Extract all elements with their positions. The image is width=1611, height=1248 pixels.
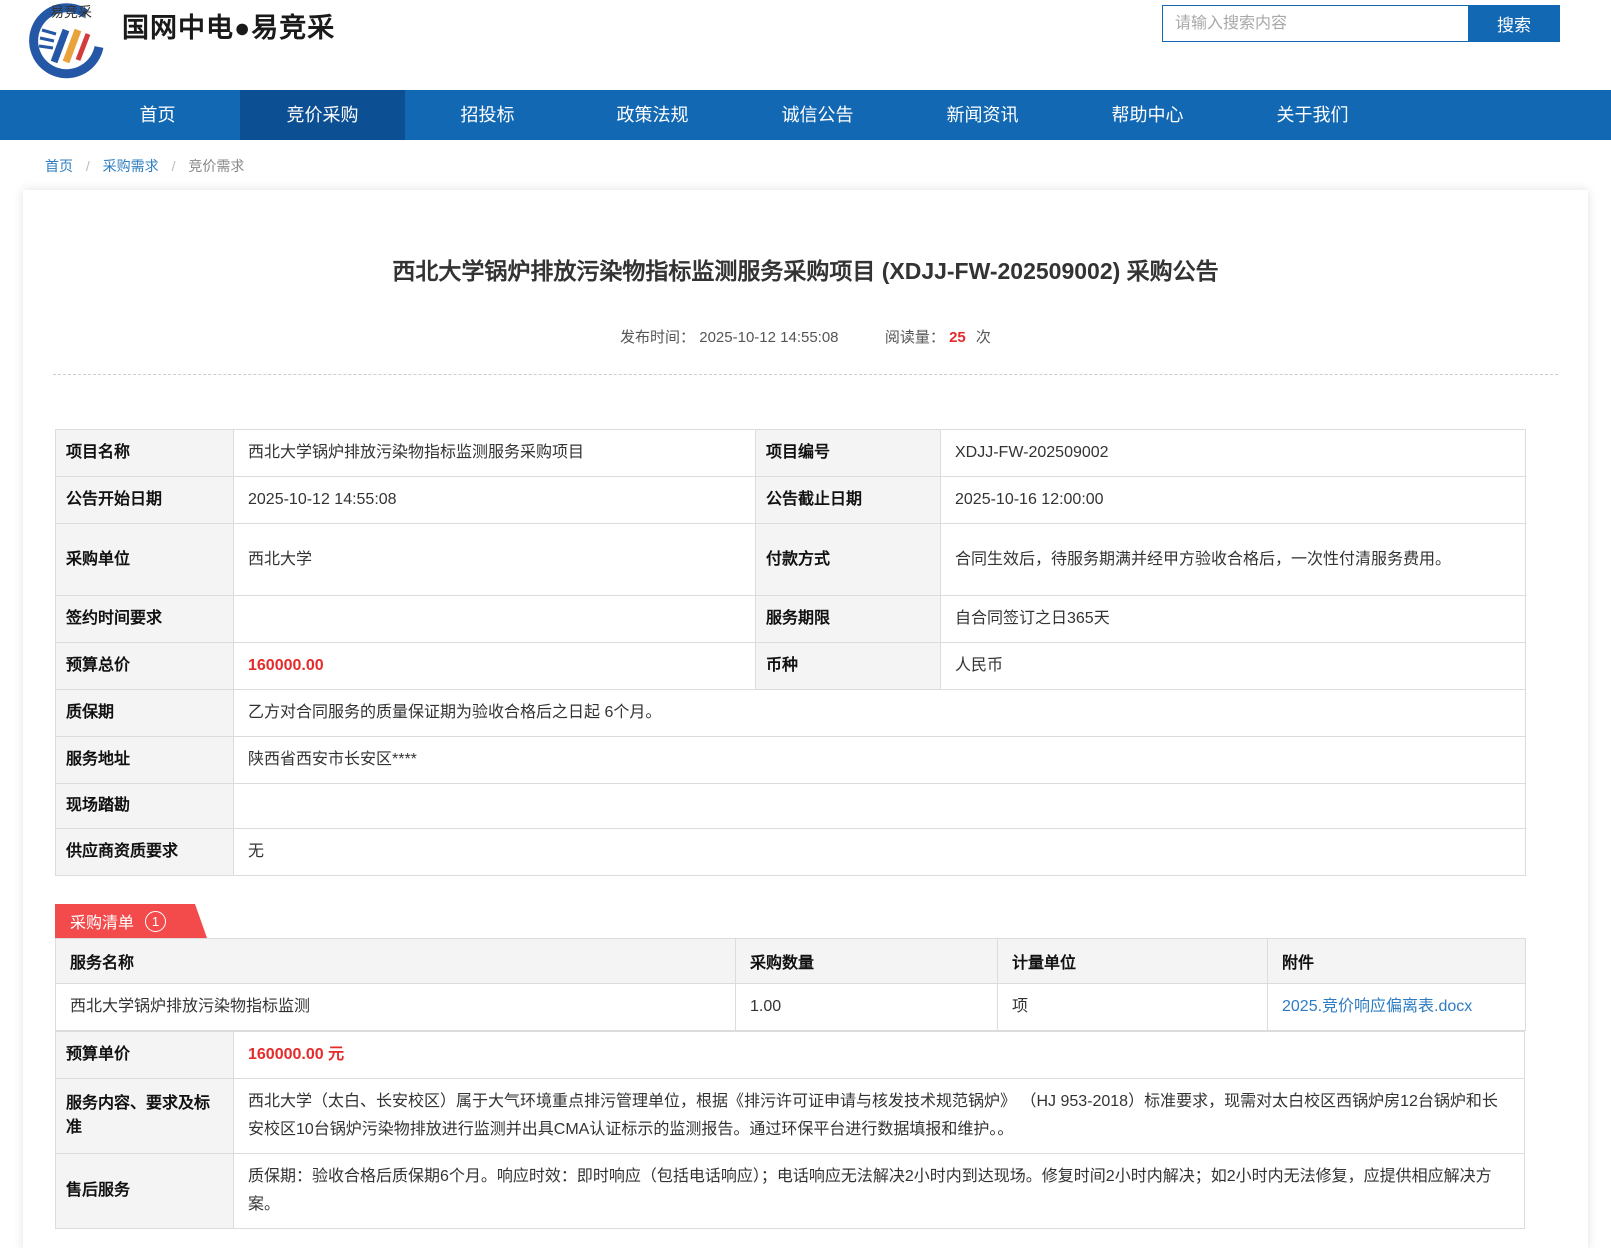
- field-value-supplier-qualification: 无: [234, 829, 1526, 876]
- publish-time-value: 2025-10-12 14:55:08: [699, 329, 838, 346]
- field-value-service-term: 自合同签订之日365天: [941, 596, 1526, 643]
- field-value-warranty: 乙方对合同服务的质量保证期为验收合格后之日起 6个月。: [234, 690, 1526, 737]
- field-label: 预算总价: [56, 643, 234, 690]
- main-nav: 首页 竞价采购 招投标 政策法规 诚信公告 新闻资讯 帮助中心 关于我们: [0, 90, 1611, 140]
- nav-item-bidding-purchase[interactable]: 竞价采购: [240, 90, 405, 140]
- column-header-unit: 计量单位: [998, 939, 1268, 984]
- field-value-total-budget: 160000.00: [234, 643, 756, 690]
- breadcrumb-current: 竞价需求: [188, 158, 244, 174]
- purchase-detail-table: 预算单价 160000.00 元 服务内容、要求及标准 西北大学（太白、长安校区…: [55, 1031, 1525, 1229]
- field-label: 币种: [756, 643, 941, 690]
- publish-info: 发布时间： 2025-10-12 14:55:08 阅读量： 25 次: [23, 326, 1588, 347]
- field-label: 项目编号: [756, 430, 941, 477]
- table-row: 现场踏勘: [56, 784, 1526, 829]
- read-count-value: 25: [949, 329, 966, 346]
- publish-time-label: 发布时间：: [620, 329, 695, 346]
- table-row: 供应商资质要求 无: [56, 829, 1526, 876]
- project-info-table: 项目名称 西北大学锅炉排放污染物指标监测服务采购项目 项目编号 XDJJ-FW-…: [55, 429, 1526, 876]
- nav-item-help[interactable]: 帮助中心: [1065, 90, 1230, 140]
- field-value-address: 陕西省西安市长安区****: [234, 737, 1526, 784]
- table-row: 西北大学锅炉排放污染物指标监测 1.00 项 2025.竞价响应偏离表.docx: [56, 984, 1526, 1031]
- field-label: 付款方式: [756, 524, 941, 596]
- field-label: 预算单价: [56, 1032, 234, 1079]
- table-row: 公告开始日期 2025-10-12 14:55:08 公告截止日期 2025-1…: [56, 477, 1526, 524]
- site-logo-icon: 易竞采: [20, 0, 112, 86]
- page-title: 西北大学锅炉排放污染物指标监测服务采购项目 (XDJJ-FW-202509002…: [23, 252, 1588, 286]
- breadcrumb: 首页 / 采购需求 / 竞价需求: [0, 140, 1611, 190]
- field-label: 现场踏勘: [56, 784, 234, 829]
- field-value-project-name: 西北大学锅炉排放污染物指标监测服务采购项目: [234, 430, 756, 477]
- field-label: 项目名称: [56, 430, 234, 477]
- table-row: 项目名称 西北大学锅炉排放污染物指标监测服务采购项目 项目编号 XDJJ-FW-…: [56, 430, 1526, 477]
- table-row: 采购单位 西北大学 付款方式 合同生效后，待服务期满并经甲方验收合格后，一次性付…: [56, 524, 1526, 596]
- nav-item-news[interactable]: 新闻资讯: [900, 90, 1065, 140]
- nav-item-integrity[interactable]: 诚信公告: [735, 90, 900, 140]
- purchase-list-tag-label: 采购清单: [70, 909, 134, 933]
- table-row: 预算总价 160000.00 币种 人民币: [56, 643, 1526, 690]
- nav-item-about[interactable]: 关于我们: [1230, 90, 1395, 140]
- attachment-link[interactable]: 2025.竞价响应偏离表.docx: [1282, 998, 1472, 1015]
- table-row: 质保期 乙方对合同服务的质量保证期为验收合格后之日起 6个月。: [56, 690, 1526, 737]
- field-label: 服务期限: [756, 596, 941, 643]
- breadcrumb-purchase-demand[interactable]: 采购需求: [103, 158, 159, 174]
- search-input[interactable]: [1162, 5, 1468, 42]
- purchase-list-tag: 采购清单 1: [55, 904, 207, 938]
- announcement-card: 西北大学锅炉排放污染物指标监测服务采购项目 (XDJJ-FW-202509002…: [23, 190, 1588, 1248]
- field-value-service-content: 西北大学（太白、长安校区）属于大气环境重点排污管理单位，根据《排污许可证申请与核…: [234, 1079, 1525, 1154]
- breadcrumb-separator: /: [172, 158, 176, 174]
- table-row: 服务地址 陕西省西安市长安区****: [56, 737, 1526, 784]
- field-label: 签约时间要求: [56, 596, 234, 643]
- field-value-unit-budget: 160000.00 元: [234, 1032, 1525, 1079]
- field-label: 采购单位: [56, 524, 234, 596]
- dashed-divider: [53, 374, 1558, 375]
- cell-unit: 项: [998, 984, 1268, 1031]
- top-header: 易竞采 国网中电●易竞采 搜索: [0, 0, 1611, 90]
- nav-item-policies[interactable]: 政策法规: [570, 90, 735, 140]
- field-label: 服务内容、要求及标准: [56, 1079, 234, 1154]
- field-value-sign-time: [234, 596, 756, 643]
- nav-item-home[interactable]: 首页: [75, 90, 240, 140]
- field-value-end-date: 2025-10-16 12:00:00: [941, 477, 1526, 524]
- nav-item-tenders[interactable]: 招投标: [405, 90, 570, 140]
- breadcrumb-home[interactable]: 首页: [45, 158, 73, 174]
- field-value-currency: 人民币: [941, 643, 1526, 690]
- field-value-site-survey: [234, 784, 1526, 829]
- cell-quantity: 1.00: [736, 984, 998, 1031]
- column-header-service-name: 服务名称: [56, 939, 736, 984]
- field-label: 公告开始日期: [56, 477, 234, 524]
- field-label: 公告截止日期: [756, 477, 941, 524]
- field-value-start-date: 2025-10-12 14:55:08: [234, 477, 756, 524]
- field-label: 质保期: [56, 690, 234, 737]
- purchase-list-count-badge: 1: [145, 911, 166, 932]
- table-header-row: 服务名称 采购数量 计量单位 附件: [56, 939, 1526, 984]
- column-header-quantity: 采购数量: [736, 939, 998, 984]
- table-row: 预算单价 160000.00 元: [56, 1032, 1525, 1079]
- field-label: 服务地址: [56, 737, 234, 784]
- cell-service-name: 西北大学锅炉排放污染物指标监测: [56, 984, 736, 1031]
- column-header-attachment: 附件: [1268, 939, 1526, 984]
- read-count-label: 阅读量：: [885, 329, 945, 346]
- field-value-purchaser: 西北大学: [234, 524, 756, 596]
- field-value-project-no: XDJJ-FW-202509002: [941, 430, 1526, 477]
- field-value-payment: 合同生效后，待服务期满并经甲方验收合格后，一次性付清服务费用。: [941, 524, 1526, 596]
- table-row: 签约时间要求 服务期限 自合同签订之日365天: [56, 596, 1526, 643]
- search-area: 搜索: [1162, 5, 1560, 42]
- field-value-aftersale-service: 质保期：验收合格后质保期6个月。响应时效：即时响应（包括电话响应）；电话响应无法…: [234, 1154, 1525, 1229]
- site-logo[interactable]: 易竞采: [20, 0, 112, 86]
- breadcrumb-separator: /: [86, 158, 90, 174]
- purchase-list-table: 服务名称 采购数量 计量单位 附件 西北大学锅炉排放污染物指标监测 1.00 项…: [55, 938, 1526, 1031]
- table-row: 售后服务 质保期：验收合格后质保期6个月。响应时效：即时响应（包括电话响应）；电…: [56, 1154, 1525, 1229]
- table-row: 服务内容、要求及标准 西北大学（太白、长安校区）属于大气环境重点排污管理单位，根…: [56, 1079, 1525, 1154]
- site-title: 国网中电●易竞采: [122, 6, 335, 45]
- field-label: 供应商资质要求: [56, 829, 234, 876]
- field-label: 售后服务: [56, 1154, 234, 1229]
- read-count-unit: 次: [976, 329, 991, 346]
- logo-text: 易竞采: [50, 4, 92, 20]
- search-button[interactable]: 搜索: [1468, 5, 1560, 42]
